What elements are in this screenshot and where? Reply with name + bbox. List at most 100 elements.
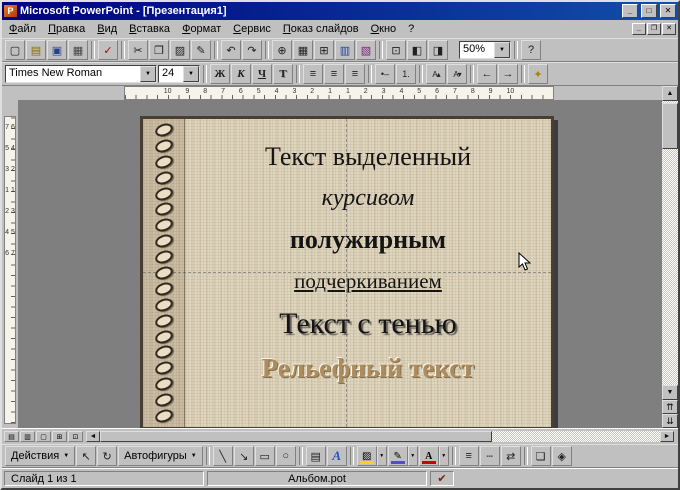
line-color-icon[interactable]: ✎ xyxy=(388,446,408,466)
chevron-down-icon[interactable]: ▼ xyxy=(439,446,449,466)
common-tasks-icon[interactable]: ✦ xyxy=(528,64,548,84)
outline-view-icon[interactable]: ▥ xyxy=(20,431,35,442)
cut-icon[interactable]: ✂ xyxy=(128,40,148,60)
close-button[interactable]: ✕ xyxy=(660,4,676,18)
align-left-icon[interactable]: ≡ xyxy=(303,64,323,84)
rectangle-tool-icon[interactable]: ▭ xyxy=(255,446,275,466)
document-restore-button[interactable]: ❐ xyxy=(647,23,661,35)
chevron-down-icon[interactable]: ▼ xyxy=(494,42,510,58)
menu-window[interactable]: Окно xyxy=(365,21,403,37)
chevron-down-icon[interactable]: ▼ xyxy=(140,66,156,82)
align-center-icon[interactable]: ≡ xyxy=(324,64,344,84)
minimize-button[interactable]: _ xyxy=(622,4,638,18)
print-icon[interactable]: ▦ xyxy=(68,40,88,60)
increase-font-size-icon[interactable]: A▴ xyxy=(426,64,446,84)
scroll-up-icon[interactable]: ▲ xyxy=(662,86,678,101)
insert-table-icon[interactable]: ⊞ xyxy=(314,40,334,60)
apply-design-icon[interactable]: ◨ xyxy=(428,40,448,60)
oval-tool-icon[interactable]: ○ xyxy=(276,446,296,466)
dash-style-icon[interactable]: ┄ xyxy=(480,446,500,466)
line-tool-icon[interactable]: ╲ xyxy=(213,446,233,466)
redo-icon[interactable]: ↷ xyxy=(242,40,262,60)
decrease-font-size-icon[interactable]: A▾ xyxy=(447,64,467,84)
menu-tools[interactable]: Сервис xyxy=(227,21,277,37)
promote-icon[interactable]: ← xyxy=(477,64,497,84)
insert-clipart-icon[interactable]: ▧ xyxy=(356,40,376,60)
menu-format[interactable]: Формат xyxy=(176,21,227,37)
menu-view[interactable]: Вид xyxy=(91,21,123,37)
insert-chart-icon[interactable]: ▥ xyxy=(335,40,355,60)
scroll-right-icon[interactable]: ► xyxy=(660,431,674,442)
fill-color-button[interactable]: ▨ ▼ xyxy=(357,446,387,466)
copy-icon[interactable]: ❐ xyxy=(149,40,169,60)
text-line-bold[interactable]: полужирным xyxy=(290,224,446,255)
shadow-style-icon[interactable]: ❏ xyxy=(531,446,551,466)
line-style-icon[interactable]: ≡ xyxy=(459,446,479,466)
chevron-down-icon[interactable]: ▼ xyxy=(377,446,387,466)
format-painter-icon[interactable]: ✎ xyxy=(191,40,211,60)
text-line-italic[interactable]: курсивом xyxy=(322,184,415,213)
text-line-underline[interactable]: подчеркиванием xyxy=(294,269,442,294)
next-slide-icon[interactable]: ⇊ xyxy=(662,414,678,428)
tables-borders-icon[interactable]: ▦ xyxy=(293,40,313,60)
new-icon[interactable]: ▢ xyxy=(5,40,25,60)
italic-button[interactable]: К xyxy=(231,64,251,84)
spelling-status-icon[interactable]: ✔ xyxy=(430,471,454,486)
normal-view-icon[interactable]: ▤ xyxy=(4,431,19,442)
title-bar[interactable]: P Microsoft PowerPoint - [Презентация1] … xyxy=(2,2,678,20)
underline-button[interactable]: Ч xyxy=(252,64,272,84)
document-minimize-button[interactable]: _ xyxy=(632,23,646,35)
menu-file[interactable]: Файл xyxy=(3,21,42,37)
draw-actions-button[interactable]: Действия ▼ xyxy=(5,446,75,466)
bullets-icon[interactable]: •– xyxy=(375,64,395,84)
text-line-shadow[interactable]: Текст с тенью xyxy=(279,306,457,342)
menu-insert[interactable]: Вставка xyxy=(123,21,176,37)
chevron-down-icon[interactable]: ▼ xyxy=(183,66,199,82)
select-objects-icon[interactable]: ↖ xyxy=(76,446,96,466)
free-rotate-icon[interactable]: ↻ xyxy=(97,446,117,466)
horizontal-scrollbar-thumb[interactable] xyxy=(100,431,492,442)
text-shadow-button[interactable]: Т xyxy=(273,64,293,84)
save-icon[interactable]: ▣ xyxy=(47,40,67,60)
menu-help[interactable]: ? xyxy=(402,21,420,37)
new-slide-icon[interactable]: ⊡ xyxy=(386,40,406,60)
arrow-tool-icon[interactable]: ↘ xyxy=(234,446,254,466)
line-color-button[interactable]: ✎ ▼ xyxy=(388,446,418,466)
zoom-combo[interactable]: 50% ▼ xyxy=(459,41,511,59)
slide-show-icon[interactable]: ⊡ xyxy=(68,431,83,442)
menu-slideshow[interactable]: Показ слайдов xyxy=(277,21,365,37)
slide-sorter-view-icon[interactable]: ⊞ xyxy=(52,431,67,442)
slide-layout-icon[interactable]: ◧ xyxy=(407,40,427,60)
spelling-icon[interactable]: ✓ xyxy=(98,40,118,60)
slide-text-block[interactable]: Текст выделенный курсивом полужирным под… xyxy=(185,119,551,427)
bold-button[interactable]: Ж xyxy=(210,64,230,84)
slide-view-icon[interactable]: ▢ xyxy=(36,431,51,442)
autoshapes-button[interactable]: Автофигуры ▼ xyxy=(118,446,203,466)
vertical-scrollbar-thumb[interactable] xyxy=(662,103,678,149)
slide-workspace[interactable]: Текст выделенный курсивом полужирным под… xyxy=(18,100,662,428)
align-right-icon[interactable]: ≡ xyxy=(345,64,365,84)
office-assistant-icon[interactable]: ? xyxy=(521,40,541,60)
fill-color-icon[interactable]: ▨ xyxy=(357,446,377,466)
scroll-down-icon[interactable]: ▼ xyxy=(662,385,678,400)
insert-hyperlink-icon[interactable]: ⊕ xyxy=(272,40,292,60)
demote-icon[interactable]: → xyxy=(498,64,518,84)
maximize-button[interactable]: □ xyxy=(641,4,657,18)
scroll-left-icon[interactable]: ◄ xyxy=(86,431,100,442)
wordart-icon[interactable]: А xyxy=(327,446,347,466)
open-icon[interactable]: ▤ xyxy=(26,40,46,60)
font-name-combo[interactable]: Times New Roman ▼ xyxy=(5,65,157,83)
horizontal-scrollbar-track[interactable] xyxy=(100,431,660,442)
previous-slide-icon[interactable]: ⇈ xyxy=(662,400,678,414)
chevron-down-icon[interactable]: ▼ xyxy=(408,446,418,466)
numbering-icon[interactable]: 1. xyxy=(396,64,416,84)
text-line-emboss[interactable]: Рельефный текст xyxy=(262,352,475,384)
font-size-combo[interactable]: 24 ▼ xyxy=(158,65,200,83)
arrow-style-icon[interactable]: ⇄ xyxy=(501,446,521,466)
text-line-regular[interactable]: Текст выделенный xyxy=(265,141,471,172)
paste-icon[interactable]: ▨ xyxy=(170,40,190,60)
undo-icon[interactable]: ↶ xyxy=(221,40,241,60)
text-box-icon[interactable]: ▤ xyxy=(306,446,326,466)
document-close-button[interactable]: ✕ xyxy=(662,23,676,35)
menu-edit[interactable]: Правка xyxy=(42,21,91,37)
